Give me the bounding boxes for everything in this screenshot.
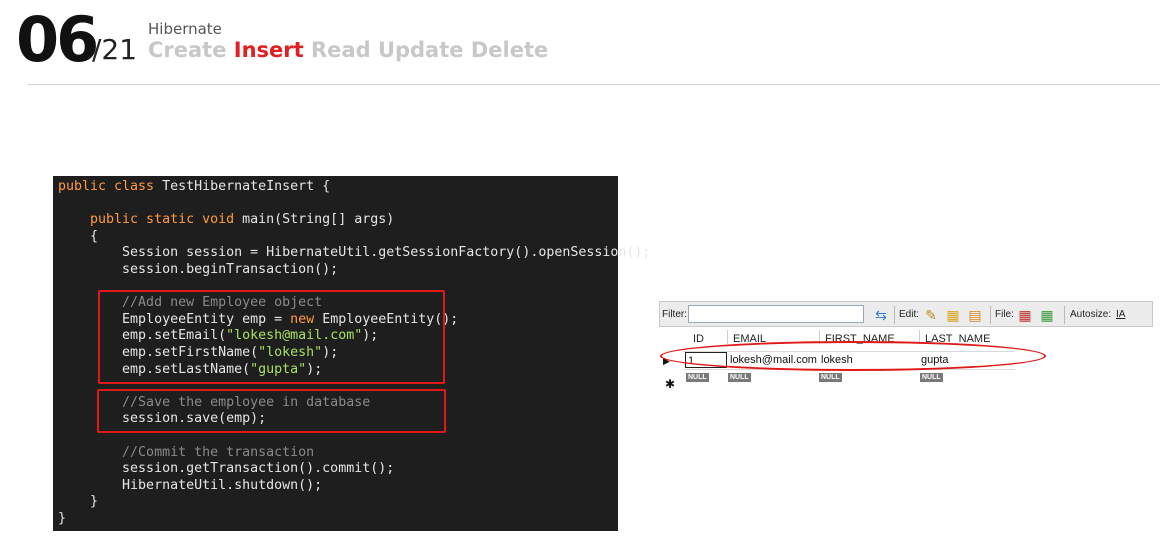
code-token: public static void [58,212,243,228]
toolbar-separator [1064,306,1065,324]
null-badge[interactable]: NULL [819,373,842,382]
file-label: File: [995,309,1014,320]
code-token: session.beginTransaction(); [58,262,339,277]
highlight-inserted-row [660,341,1046,371]
null-badge[interactable]: NULL [686,373,709,382]
highlight-add-employee [98,290,445,384]
slide-total: /21 [92,33,138,66]
filter-input[interactable] [688,305,864,323]
crud-delete: Delete [470,38,549,62]
filter-label: Filter: [662,309,687,320]
insert-row-icon[interactable]: ▦ [944,306,962,324]
topic-label: Hibernate [148,20,222,38]
code-line: public class TestHibernateInsert { [58,179,330,196]
crud-create: Create [148,38,227,62]
code-token: public class [58,179,163,194]
import-icon[interactable]: ▦ [1038,306,1056,324]
edit-label: Edit: [899,309,920,320]
code-token: } [58,511,67,526]
code-token: session.getTransaction().commit(); [58,461,395,477]
toolbar-separator [894,306,895,324]
grid-toolbar: Filter: ⇆ Edit: ✎ ▦ ▤ File: ▦ ▦ Autosize… [659,301,1153,327]
code-line: } [58,511,66,528]
code-line: //Commit the transaction [58,445,314,462]
code-line: { [58,229,98,246]
highlight-save-employee [97,389,446,433]
null-badge[interactable]: NULL [728,373,751,382]
code-token: main(String[] args) [242,212,395,228]
crud-update: Update [377,38,464,62]
edit-row-icon[interactable]: ✎ [922,306,940,324]
autosize-icon[interactable]: IA [1116,309,1125,320]
code-line: HibernateUtil.shutdown(); [58,478,322,495]
code-line: } [58,494,98,511]
slide-number: 06 [16,3,99,76]
code-line: session.getTransaction().commit(); [58,461,394,478]
code-line: public static void main(String[] args) [58,212,394,229]
crud-read: Read [311,38,371,62]
code-token: } [58,494,99,510]
new-row-asterisk-icon: ✱ [665,377,676,391]
code-token: //Commit the transaction [58,444,315,460]
code-token: Session session = HibernateUtil.getSessi… [58,245,651,261]
null-badge[interactable]: NULL [920,373,943,382]
autosize-label: Autosize: [1070,309,1112,320]
code-token: HibernateUtil.shutdown(); [58,477,323,493]
column-header-id[interactable]: ID [687,330,728,344]
code-token: TestHibernateInsert { [162,179,331,194]
refresh-icon[interactable]: ⇆ [872,306,890,324]
header-divider [28,84,1160,85]
code-token: { [58,228,99,244]
code-line: Session session = HibernateUtil.getSessi… [58,245,650,262]
code-line: session.beginTransaction(); [58,262,338,279]
delete-row-icon[interactable]: ▤ [966,306,984,324]
toolbar-separator [990,306,991,324]
crud-insert: Insert [233,38,304,62]
export-icon[interactable]: ▦ [1016,306,1034,324]
crud-breadcrumb: Create Insert Read Update Delete [148,38,548,62]
